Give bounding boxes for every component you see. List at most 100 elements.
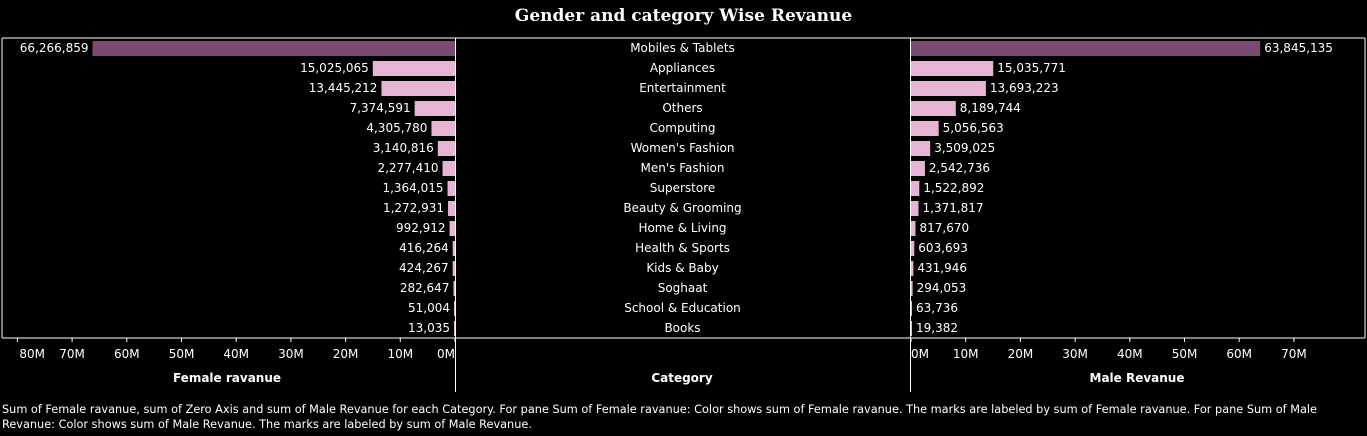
male-bar[interactable]: [911, 101, 956, 116]
female-tick-label: 40M: [223, 347, 249, 361]
male-value-label: 63,736: [916, 301, 958, 315]
male-value-label: 19,382: [916, 321, 958, 335]
female-bar[interactable]: [447, 181, 455, 196]
category-labels: Mobiles & Tablets Appliances Entertainment…: [623, 41, 741, 335]
male-axis-title: Male Revanue: [1090, 371, 1185, 385]
female-value-label: 4,305,780: [366, 121, 427, 135]
female-bar[interactable]: [431, 121, 455, 136]
female-value-label: 13,035: [408, 321, 450, 335]
male-tick-label: 60M: [1226, 347, 1252, 361]
female-value-label: 3,140,816: [373, 141, 434, 155]
female-bar[interactable]: [437, 141, 455, 156]
category-label: Others: [662, 101, 702, 115]
male-bar[interactable]: [911, 161, 925, 176]
male-tick-label: 30M: [1062, 347, 1088, 361]
male-bar[interactable]: [911, 181, 920, 196]
female-tick-label: 0M: [437, 347, 455, 361]
male-value-label: 3,509,025: [934, 141, 995, 155]
female-value-label: 13,445,212: [309, 81, 378, 95]
male-bar[interactable]: [911, 41, 1261, 56]
female-bar[interactable]: [372, 61, 455, 76]
male-tick-label: 10M: [953, 347, 979, 361]
male-value-label: 603,693: [918, 241, 968, 255]
male-value-label: 294,053: [917, 281, 967, 295]
male-value-label: 817,670: [919, 221, 969, 235]
female-value-label: 416,264: [399, 241, 449, 255]
male-bar[interactable]: [911, 61, 994, 76]
category-axis-title: Category: [651, 371, 713, 385]
male-value-label: 1,371,817: [923, 201, 984, 215]
female-bar[interactable]: [453, 281, 455, 296]
female-value-label: 424,267: [399, 261, 449, 275]
male-bar[interactable]: [911, 321, 912, 336]
male-value-label: 2,542,736: [929, 161, 990, 175]
male-tick-label: 0M: [911, 347, 929, 361]
category-label: School & Education: [624, 301, 741, 315]
male-bar[interactable]: [911, 221, 916, 236]
male-value-label: 8,189,744: [960, 101, 1021, 115]
female-value-label: 2,277,410: [377, 161, 438, 175]
male-value-label: 5,056,563: [943, 121, 1004, 135]
category-label: Appliances: [650, 61, 715, 75]
female-bar[interactable]: [442, 161, 455, 176]
male-bar[interactable]: [911, 301, 912, 316]
male-bar[interactable]: [911, 201, 919, 216]
female-bar[interactable]: [454, 301, 455, 316]
category-label: Kids & Baby: [646, 261, 718, 275]
male-value-label: 13,693,223: [990, 81, 1059, 95]
female-bar[interactable]: [449, 221, 455, 236]
female-tick-label: 50M: [169, 347, 195, 361]
female-value-label: 66,266,859: [20, 41, 89, 55]
male-tick-label: 70M: [1281, 347, 1307, 361]
male-bar[interactable]: [911, 281, 913, 296]
female-bar[interactable]: [414, 101, 455, 116]
category-label: Mobiles & Tablets: [630, 41, 735, 55]
female-value-label: 1,364,015: [382, 181, 443, 195]
female-tick-label: 10M: [387, 347, 413, 361]
category-label: Women's Fashion: [631, 141, 735, 155]
female-bar[interactable]: [448, 201, 455, 216]
male-bar[interactable]: [911, 121, 939, 136]
male-value-label: 15,035,771: [997, 61, 1066, 75]
female-bar[interactable]: [92, 41, 456, 56]
male-value-label: 431,946: [917, 261, 967, 275]
male-tick-label: 50M: [1172, 347, 1198, 361]
female-tick-label: 80M: [19, 347, 45, 361]
male-bar[interactable]: [911, 261, 914, 276]
category-label: Men's Fashion: [641, 161, 725, 175]
male-bar[interactable]: [911, 241, 915, 256]
chart-caption: Sum of Female ravanue, sum of Zero Axis …: [2, 403, 1317, 431]
category-label: Books: [664, 321, 700, 335]
female-bar[interactable]: [381, 81, 455, 96]
category-label: Computing: [650, 121, 716, 135]
female-value-label: 7,374,591: [350, 101, 411, 115]
female-tick-label: 70M: [59, 347, 85, 361]
male-value-label: 63,845,135: [1264, 41, 1333, 55]
female-value-label: 1,272,931: [383, 201, 444, 215]
male-tick-label: 40M: [1117, 347, 1143, 361]
male-value-label: 1,522,892: [923, 181, 984, 195]
female-bar[interactable]: [452, 261, 455, 276]
female-tick-label: 60M: [114, 347, 140, 361]
category-label: Soghaat: [658, 281, 708, 295]
male-bar[interactable]: [911, 81, 986, 96]
chart: 66,266,859 15,025,065 13,445,212 7,374,591 4…: [1, 37, 1366, 392]
female-bar[interactable]: [452, 241, 455, 256]
female-bar[interactable]: [454, 321, 455, 336]
female-tick-label: 30M: [278, 347, 304, 361]
female-value-label: 282,647: [400, 281, 450, 295]
female-value-label: 992,912: [396, 221, 446, 235]
female-value-label: 51,004: [408, 301, 450, 315]
female-value-label: 15,025,065: [300, 61, 369, 75]
female-tick-label: 20M: [333, 347, 359, 361]
male-tick-label: 20M: [1008, 347, 1034, 361]
category-label: Beauty & Grooming: [623, 201, 741, 215]
category-label: Entertainment: [639, 81, 726, 95]
female-axis-ticks: 80M 70M 60M 50M 40M 30M 20M 10M 0M: [16, 338, 456, 361]
male-bar[interactable]: [911, 141, 931, 156]
category-label: Superstore: [650, 181, 716, 195]
male-axis-ticks: 0M 10M 20M 30M 40M 50M 60M 70M: [910, 338, 1307, 361]
female-axis-title: Female ravanue: [173, 371, 281, 385]
category-label: Home & Living: [638, 221, 726, 235]
category-label: Health & Sports: [635, 241, 730, 255]
